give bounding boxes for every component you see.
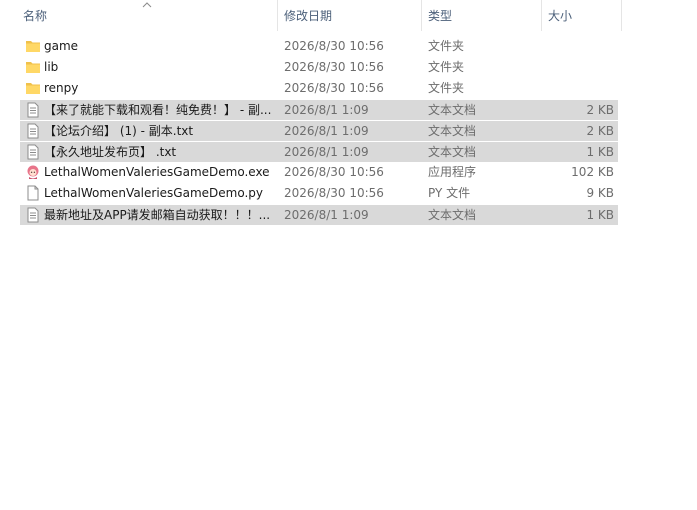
file-row[interactable]: LethalWomenValeriesGameDemo.exe 2026/8/3…	[20, 162, 618, 183]
file-row[interactable]: renpy 2026/8/30 10:56 文件夹	[20, 78, 618, 99]
column-header-name-label: 名称	[23, 9, 48, 23]
file-type: 文本文档	[428, 145, 477, 159]
column-header-date-label: 修改日期	[284, 9, 333, 23]
file-date: 2026/8/30 10:56	[284, 186, 384, 200]
file-row[interactable]: 【来了就能下载和观看！纯免费！】 - 副... 2026/8/1 1:09 文本…	[20, 99, 618, 120]
file-size: 102 KB	[571, 165, 614, 179]
file-date: 2026/8/30 10:56	[284, 165, 384, 179]
folder-icon	[26, 62, 40, 73]
file-row[interactable]: 【论坛介绍】 (1) - 副本.txt 2026/8/1 1:09 文本文档 2…	[20, 120, 618, 141]
file-date: 2026/8/1 1:09	[284, 103, 369, 117]
file-name: game	[44, 39, 79, 53]
file-row[interactable]: game 2026/8/30 10:56 文件夹	[20, 36, 618, 57]
file-type: 文件夹	[428, 39, 465, 53]
column-header-date[interactable]: 修改日期	[278, 0, 422, 31]
blank-file-icon	[27, 185, 39, 201]
file-date: 2026/8/30 10:56	[284, 39, 384, 53]
file-type: 应用程序	[428, 165, 477, 179]
file-date: 2026/8/1 1:09	[284, 124, 369, 138]
text-file-icon	[27, 102, 39, 118]
file-type: 文本文档	[428, 103, 477, 117]
file-name: 【来了就能下载和观看！纯免费！】 - 副...	[44, 103, 272, 117]
folder-icon	[26, 41, 40, 52]
file-type: 文本文档	[428, 124, 477, 138]
text-file-icon	[27, 207, 39, 223]
column-header-type-label: 类型	[428, 9, 453, 23]
column-header-size[interactable]: 大小	[542, 0, 622, 31]
file-name: LethalWomenValeriesGameDemo.py	[44, 186, 263, 200]
file-name: lib	[44, 60, 59, 74]
file-name: LethalWomenValeriesGameDemo.exe	[44, 165, 270, 179]
file-size: 2 KB	[586, 124, 614, 138]
file-size: 9 KB	[586, 186, 614, 200]
file-name: 【论坛介绍】 (1) - 副本.txt	[44, 124, 194, 138]
file-date: 2026/8/30 10:56	[284, 60, 384, 74]
file-size: 1 KB	[586, 208, 614, 222]
file-type: 文件夹	[428, 60, 465, 74]
column-header-type[interactable]: 类型	[422, 0, 542, 31]
file-date: 2026/8/1 1:09	[284, 145, 369, 159]
file-date: 2026/8/30 10:56	[284, 81, 384, 95]
column-header-bar: 名称 修改日期 类型 大小	[0, 0, 622, 31]
file-name: renpy	[44, 81, 79, 95]
column-header-name[interactable]: 名称	[0, 0, 278, 31]
sort-ascending-icon	[142, 2, 152, 8]
file-name: 最新地址及APP请发邮箱自动获取！！！...	[44, 208, 271, 222]
text-file-icon	[27, 123, 39, 139]
folder-icon	[26, 83, 40, 94]
file-size: 2 KB	[586, 103, 614, 117]
file-row[interactable]: 【永久地址发布页】 .txt 2026/8/1 1:09 文本文档 1 KB	[20, 141, 618, 162]
file-type: PY 文件	[428, 186, 471, 200]
file-date: 2026/8/1 1:09	[284, 208, 369, 222]
file-name: 【永久地址发布页】 .txt	[44, 145, 177, 159]
text-file-icon	[27, 144, 39, 160]
exe-app-icon	[27, 165, 39, 179]
file-type: 文本文档	[428, 208, 477, 222]
column-header-size-label: 大小	[548, 9, 573, 23]
file-type: 文件夹	[428, 81, 465, 95]
file-row[interactable]: 最新地址及APP请发邮箱自动获取！！！... 2026/8/1 1:09 文本文…	[20, 204, 618, 225]
file-row[interactable]: lib 2026/8/30 10:56 文件夹	[20, 57, 618, 78]
file-size: 1 KB	[586, 145, 614, 159]
file-row[interactable]: LethalWomenValeriesGameDemo.py 2026/8/30…	[20, 183, 618, 204]
